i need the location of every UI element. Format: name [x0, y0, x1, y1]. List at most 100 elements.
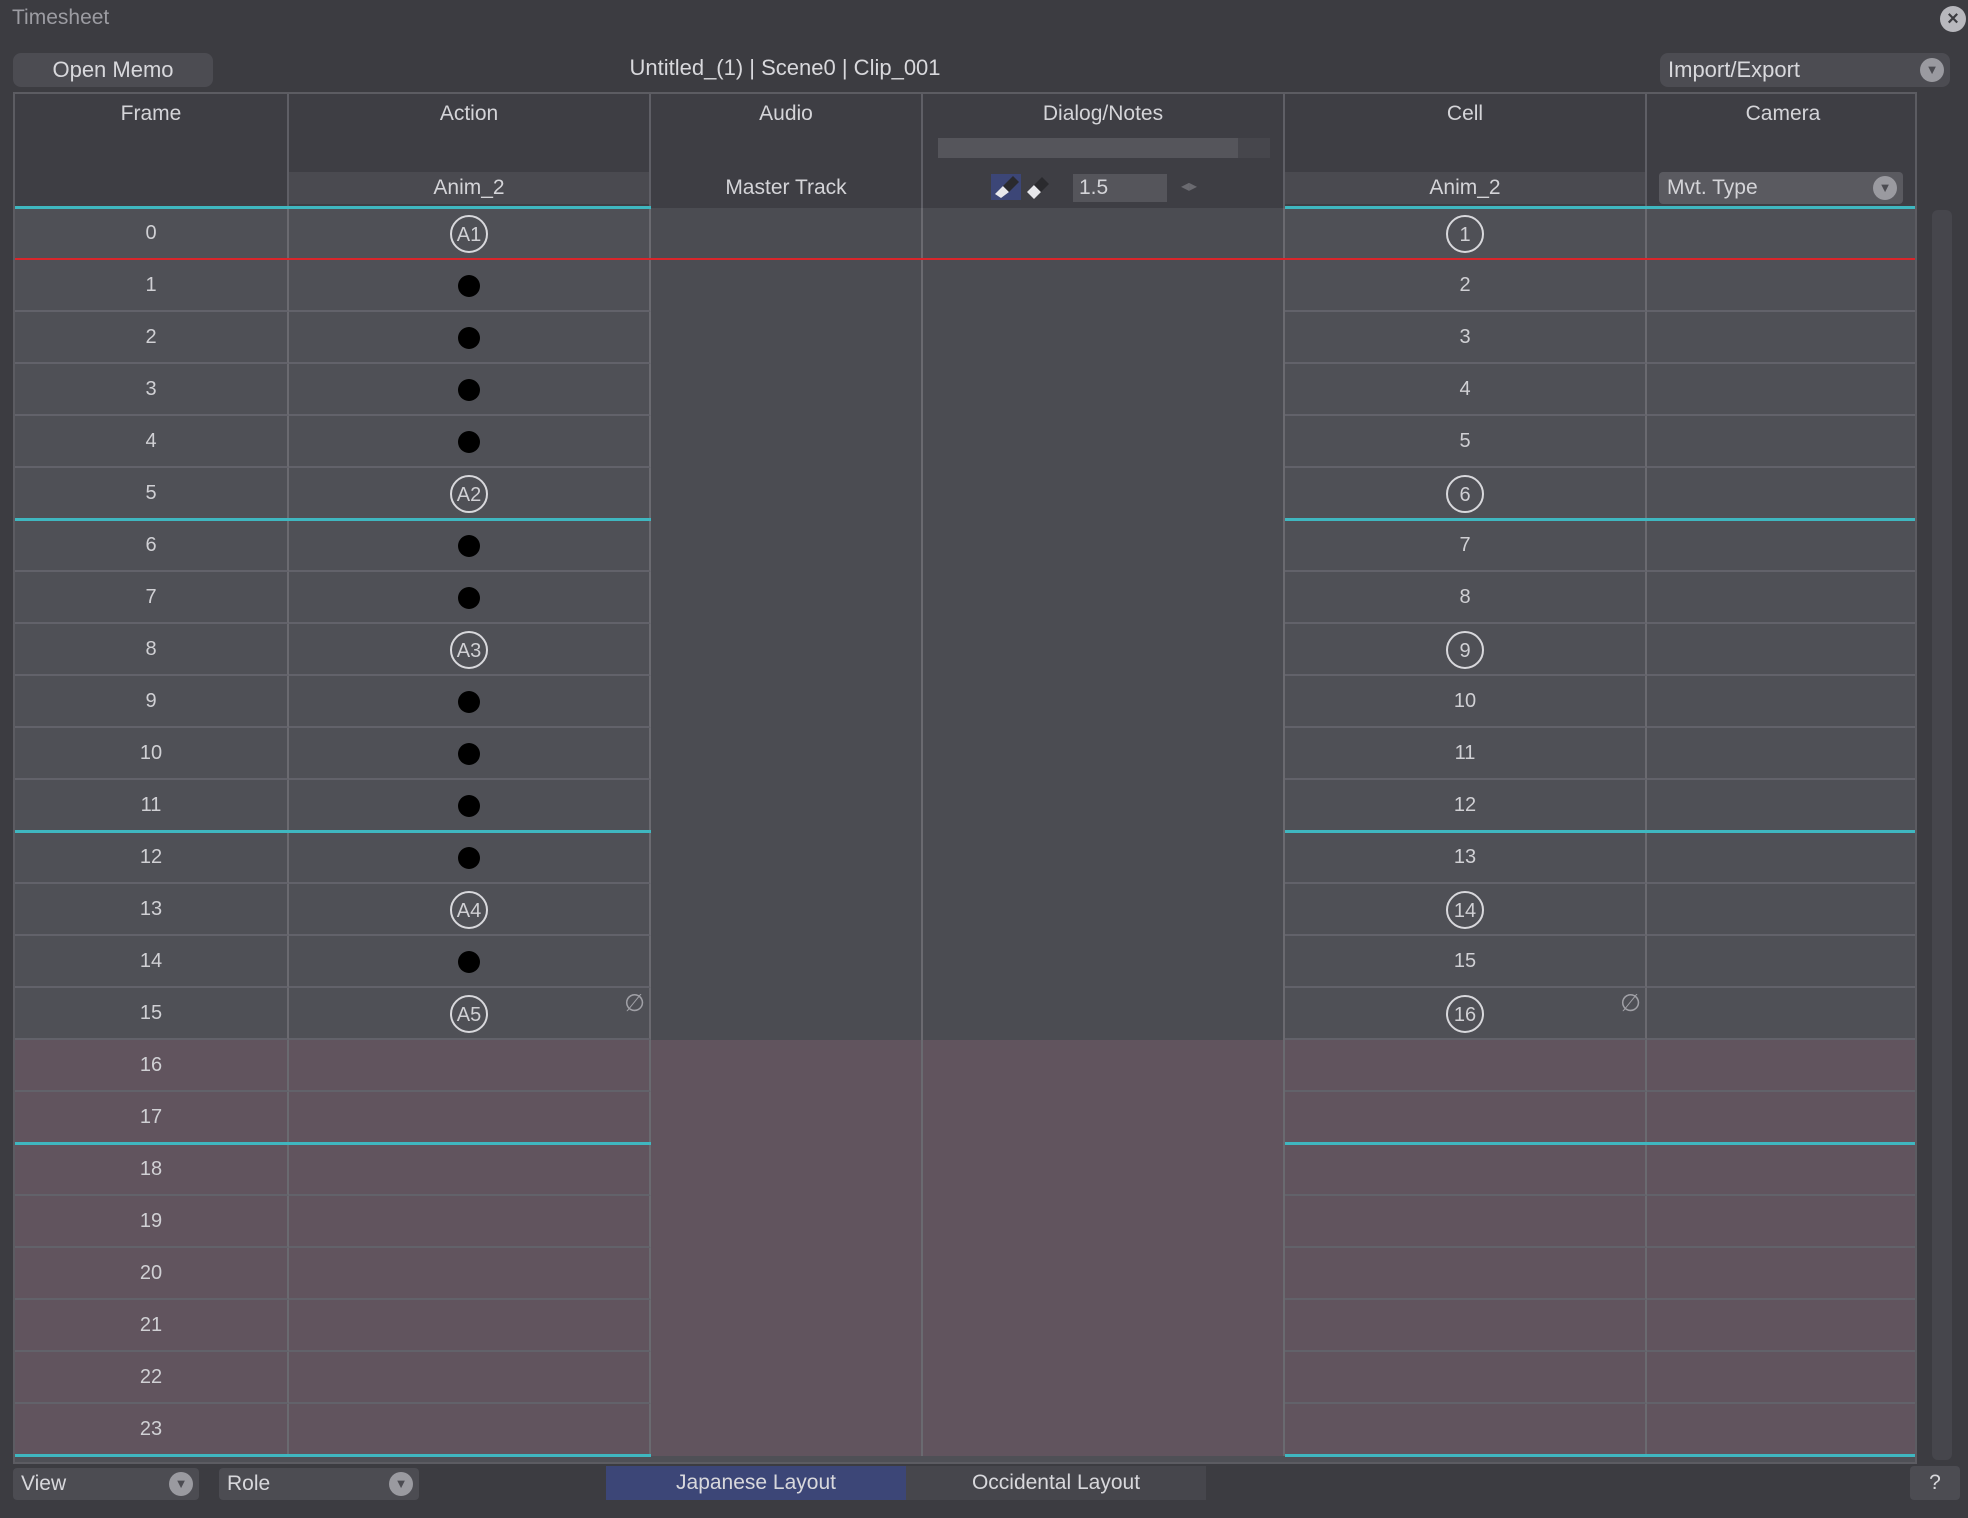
dialog-cell[interactable]	[923, 1352, 1285, 1404]
cell-cell[interactable]: 6	[1285, 468, 1647, 520]
frame-cell[interactable]: 23	[15, 1404, 289, 1456]
resize-arrows-icon[interactable]: ◂▸	[1181, 176, 1197, 196]
frame-cell[interactable]: 15	[15, 988, 289, 1040]
dialog-progress-bar[interactable]	[938, 138, 1238, 158]
dialog-cell[interactable]	[923, 728, 1285, 780]
audio-cell[interactable]	[651, 624, 923, 676]
action-cell[interactable]	[289, 572, 651, 624]
action-cell[interactable]: A3	[289, 624, 651, 676]
action-cell[interactable]	[289, 1352, 651, 1404]
dialog-cell[interactable]	[923, 676, 1285, 728]
cell-cell[interactable]: 16 ∅	[1285, 988, 1647, 1040]
role-dropdown[interactable]: Role ▼	[219, 1468, 419, 1500]
action-cell[interactable]	[289, 780, 651, 832]
frame-cell[interactable]: 19	[15, 1196, 289, 1248]
camera-cell[interactable]	[1647, 728, 1915, 780]
audio-cell[interactable]	[651, 1092, 923, 1144]
action-cell[interactable]	[289, 1300, 651, 1352]
dialog-cell[interactable]	[923, 1040, 1285, 1092]
cell-cell[interactable]	[1285, 1352, 1647, 1404]
action-cell[interactable]: A2	[289, 468, 651, 520]
camera-cell[interactable]	[1647, 206, 1915, 260]
cell-cell[interactable]: 12	[1285, 780, 1647, 832]
import-export-dropdown[interactable]: Import/Export ▼	[1660, 53, 1950, 87]
action-cell[interactable]	[289, 936, 651, 988]
camera-cell[interactable]	[1647, 1196, 1915, 1248]
dialog-cell[interactable]	[923, 988, 1285, 1040]
cell-cell[interactable]: 1	[1285, 206, 1647, 260]
camera-cell[interactable]	[1647, 416, 1915, 468]
cell-cell[interactable]: 11	[1285, 728, 1647, 780]
audio-cell[interactable]	[651, 1300, 923, 1352]
dialog-cell[interactable]	[923, 1300, 1285, 1352]
dialog-cell[interactable]	[923, 520, 1285, 572]
cell-cell[interactable]: 13	[1285, 830, 1647, 884]
cell-layer-label[interactable]: Anim_2	[1285, 172, 1645, 204]
cell-cell[interactable]	[1285, 1040, 1647, 1092]
dialog-cell[interactable]	[923, 832, 1285, 884]
frame-cell[interactable]: 12	[15, 830, 289, 884]
action-cell[interactable]	[289, 518, 651, 572]
frame-cell[interactable]: 22	[15, 1352, 289, 1404]
cell-cell[interactable]: 2	[1285, 260, 1647, 312]
cell-cell[interactable]: 4	[1285, 364, 1647, 416]
action-cell[interactable]	[289, 1142, 651, 1196]
frame-cell[interactable]: 4	[15, 416, 289, 468]
action-cell[interactable]	[289, 1092, 651, 1144]
frame-cell[interactable]: 1	[15, 260, 289, 312]
dialog-cell[interactable]	[923, 936, 1285, 988]
view-dropdown[interactable]: View ▼	[13, 1468, 199, 1500]
frame-cell[interactable]: 18	[15, 1142, 289, 1196]
camera-cell[interactable]	[1647, 1092, 1915, 1144]
dialog-cell[interactable]	[923, 416, 1285, 468]
action-layer-label[interactable]: Anim_2	[289, 172, 649, 204]
frame-cell[interactable]: 13	[15, 884, 289, 936]
cell-cell[interactable]: 10	[1285, 676, 1647, 728]
dialog-cell[interactable]	[923, 312, 1285, 364]
audio-track-label[interactable]: Master Track	[651, 172, 921, 204]
frame-cell[interactable]: 8	[15, 624, 289, 676]
action-cell[interactable]	[289, 1196, 651, 1248]
cell-cell[interactable]	[1285, 1300, 1647, 1352]
action-cell[interactable]	[289, 364, 651, 416]
audio-cell[interactable]	[651, 1144, 923, 1196]
frame-cell[interactable]: 6	[15, 518, 289, 572]
frame-cell[interactable]: 9	[15, 676, 289, 728]
tab-occidental-layout[interactable]: Occidental Layout	[906, 1466, 1206, 1500]
camera-cell[interactable]	[1647, 1404, 1915, 1456]
frame-cell[interactable]: 11	[15, 780, 289, 832]
dialog-cell[interactable]	[923, 572, 1285, 624]
frame-cell[interactable]: 20	[15, 1248, 289, 1300]
camera-cell[interactable]	[1647, 988, 1915, 1040]
camera-cell[interactable]	[1647, 780, 1915, 832]
open-memo-button[interactable]: Open Memo	[13, 53, 213, 87]
audio-cell[interactable]	[651, 208, 923, 260]
dialog-cell[interactable]	[923, 1196, 1285, 1248]
dialog-cell[interactable]	[923, 468, 1285, 520]
frame-cell[interactable]: 16	[15, 1040, 289, 1092]
close-icon[interactable]: ×	[1940, 6, 1966, 32]
dialog-cell[interactable]	[923, 208, 1285, 260]
audio-cell[interactable]	[651, 364, 923, 416]
action-cell[interactable]	[289, 260, 651, 312]
audio-cell[interactable]	[651, 1248, 923, 1300]
dialog-cell[interactable]	[923, 260, 1285, 312]
audio-cell[interactable]	[651, 832, 923, 884]
camera-cell[interactable]	[1647, 364, 1915, 416]
cell-cell[interactable]: 9	[1285, 624, 1647, 676]
action-cell[interactable]	[289, 312, 651, 364]
cell-cell[interactable]	[1285, 1404, 1647, 1456]
audio-cell[interactable]	[651, 260, 923, 312]
audio-cell[interactable]	[651, 988, 923, 1040]
frame-cell[interactable]: 21	[15, 1300, 289, 1352]
audio-cell[interactable]	[651, 572, 923, 624]
camera-cell[interactable]	[1647, 1248, 1915, 1300]
camera-cell[interactable]	[1647, 260, 1915, 312]
cell-cell[interactable]: 3	[1285, 312, 1647, 364]
action-cell[interactable]	[289, 830, 651, 884]
camera-cell[interactable]	[1647, 830, 1915, 884]
audio-cell[interactable]	[651, 884, 923, 936]
action-cell[interactable]	[289, 728, 651, 780]
camera-cell[interactable]	[1647, 676, 1915, 728]
cell-cell[interactable]	[1285, 1248, 1647, 1300]
